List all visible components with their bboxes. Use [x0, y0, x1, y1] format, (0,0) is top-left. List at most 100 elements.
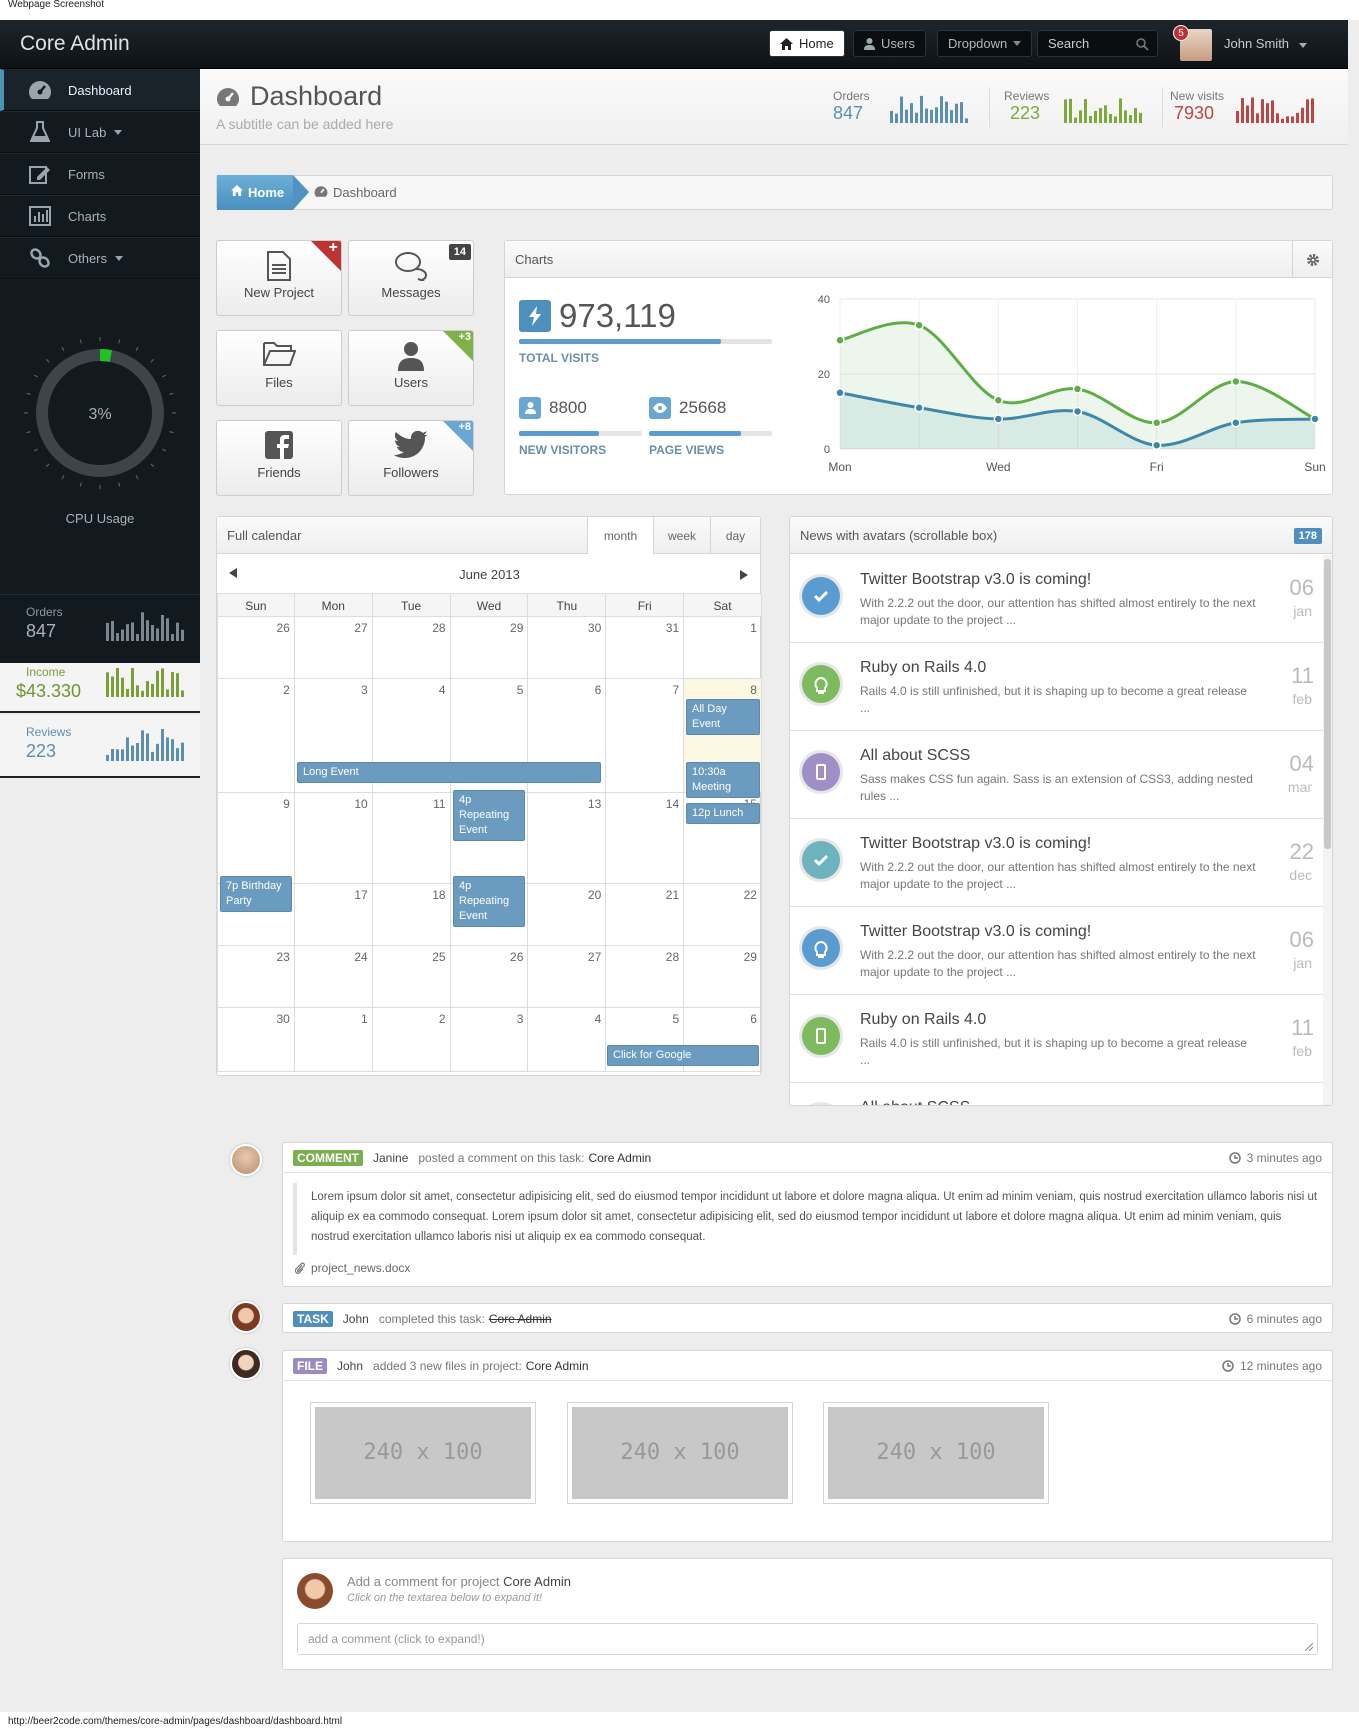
data-point[interactable] [1072, 406, 1083, 417]
calendar-next-button[interactable] [740, 567, 748, 585]
calendar-day[interactable]: 22 [684, 884, 762, 946]
news-item[interactable]: Ruby on Rails 4.0 Rails 4.0 is still unf… [790, 643, 1324, 731]
file-thumbnail[interactable]: 240 x 100 [311, 1403, 535, 1503]
calendar-day[interactable]: 31 [606, 617, 685, 679]
tile-files[interactable]: Files [216, 330, 342, 406]
calendar-day[interactable]: 28 [372, 617, 451, 679]
calendar-day[interactable]: 21 [606, 884, 685, 946]
calendar-day[interactable]: 29 [450, 617, 529, 679]
data-point[interactable] [1310, 414, 1320, 424]
calendar-day[interactable]: 17 [294, 884, 373, 946]
event-repeating[interactable]: 4p Repeating Event [453, 790, 525, 841]
data-point[interactable] [1151, 418, 1162, 428]
calendar-day[interactable]: 25 [372, 946, 451, 1008]
calendar-day[interactable]: 30 [528, 617, 607, 679]
news-item[interactable]: Ruby on Rails 4.0 Rails 4.0 is still unf… [790, 995, 1324, 1083]
calendar-day[interactable]: 27 [294, 617, 373, 679]
data-point[interactable] [1231, 418, 1241, 428]
breadcrumb-home[interactable]: Home [217, 175, 309, 210]
news-item[interactable]: All about SCSS [790, 1083, 1324, 1105]
user-menu[interactable]: John Smith [1224, 36, 1307, 51]
event-all-day[interactable]: All Day Event [686, 699, 760, 735]
calendar-day[interactable]: 18 [372, 884, 451, 946]
news-title[interactable]: Ruby on Rails 4.0 [860, 659, 986, 677]
calendar-day[interactable]: 27 [528, 946, 607, 1008]
event-meeting[interactable]: 10:30a Meeting [686, 762, 760, 798]
calendar-day[interactable]: 20 [528, 884, 607, 946]
calendar-day[interactable]: 2 [372, 1008, 451, 1072]
news-title[interactable]: Twitter Bootstrap v3.0 is coming! [860, 571, 1091, 589]
sidebar-item-dashboard[interactable]: Dashboard [0, 69, 200, 111]
data-point[interactable] [1072, 384, 1083, 394]
sidebar-item-forms[interactable]: Forms [0, 153, 200, 195]
calendar-day[interactable]: 7 [606, 679, 685, 793]
calendar-day[interactable]: 2 [217, 679, 295, 793]
view-month-button[interactable]: month [587, 517, 653, 554]
timeline-user[interactable]: John [337, 1359, 363, 1373]
nav-dropdown-button[interactable]: Dropdown [937, 30, 1033, 57]
news-scrollbar[interactable] [1323, 555, 1332, 1105]
view-day-button[interactable]: day [710, 517, 760, 554]
timeline-user[interactable]: Janine [373, 1151, 408, 1165]
data-point[interactable] [914, 403, 924, 413]
attachment-link[interactable]: project_news.docx [295, 1261, 410, 1275]
calendar-day[interactable]: 29 [684, 946, 762, 1008]
nav-home-button[interactable]: Home [769, 30, 845, 57]
calendar-day[interactable]: 26 [217, 617, 295, 679]
news-title[interactable]: All about SCSS [860, 747, 970, 765]
calendar-day[interactable]: 23 [217, 946, 295, 1008]
calendar-day[interactable]: 10 [294, 793, 373, 884]
calendar-day[interactable]: 11 [372, 793, 451, 884]
file-thumbnail[interactable]: 240 x 100 [824, 1403, 1048, 1503]
notification-badge[interactable]: 5 [1173, 25, 1189, 41]
timeline-project[interactable]: Core Admin [588, 1151, 651, 1165]
event-google[interactable]: Click for Google [607, 1045, 759, 1066]
timeline-user[interactable]: John [343, 1312, 369, 1326]
news-item[interactable]: All about SCSS Sass makes CSS fun again.… [790, 731, 1324, 819]
data-point[interactable] [993, 414, 1004, 424]
event-birthday[interactable]: 7p Birthday Party [220, 876, 292, 912]
calendar-day[interactable]: 28 [606, 946, 685, 1008]
news-title[interactable]: Ruby on Rails 4.0 [860, 1011, 986, 1029]
settings-button[interactable] [1292, 241, 1332, 278]
tile-followers[interactable]: Followers +8 [348, 420, 474, 496]
event-repeating[interactable]: 4p Repeating Event [453, 876, 525, 927]
calendar-day[interactable]: 3 [450, 1008, 529, 1072]
calendar-day[interactable]: 13 [528, 793, 607, 884]
event-long[interactable]: Long Event [297, 762, 601, 783]
timeline-project[interactable]: Core Admin [489, 1312, 552, 1326]
calendar-day[interactable]: 1 [684, 617, 762, 679]
tile-friends[interactable]: Friends [216, 420, 342, 496]
news-title[interactable]: All about SCSS [860, 1099, 970, 1105]
calendar-day[interactable]: 9 [217, 793, 295, 884]
calendar-day[interactable]: 24 [294, 946, 373, 1008]
calendar-day[interactable]: 1 [294, 1008, 373, 1072]
data-point[interactable] [835, 335, 845, 345]
sidebar-item-charts[interactable]: Charts [0, 195, 200, 237]
comment-textarea[interactable]: add a comment (click to expand!) [297, 1623, 1318, 1655]
resize-handle-icon[interactable] [1305, 1643, 1313, 1651]
news-title[interactable]: Twitter Bootstrap v3.0 is coming! [860, 923, 1091, 941]
calendar-day[interactable]: 4 [528, 1008, 607, 1072]
scrollbar-thumb[interactable] [1324, 559, 1331, 849]
data-point[interactable] [1151, 440, 1162, 450]
brand-logo[interactable]: Core Admin [20, 32, 130, 56]
news-list[interactable]: Twitter Bootstrap v3.0 is coming! With 2… [790, 555, 1324, 1105]
tile-messages[interactable]: Messages 14 [348, 240, 474, 316]
view-week-button[interactable]: week [653, 517, 710, 554]
data-point[interactable] [835, 388, 845, 398]
data-point[interactable] [1231, 376, 1241, 387]
data-point[interactable] [914, 320, 924, 330]
nav-users-button[interactable]: Users [853, 30, 926, 57]
calendar-day[interactable]: 14 [606, 793, 685, 884]
news-item[interactable]: Twitter Bootstrap v3.0 is coming! With 2… [790, 819, 1324, 907]
timeline-project[interactable]: Core Admin [526, 1359, 589, 1373]
news-item[interactable]: Twitter Bootstrap v3.0 is coming! With 2… [790, 907, 1324, 995]
news-title[interactable]: Twitter Bootstrap v3.0 is coming! [860, 835, 1091, 853]
sidebar-item-others[interactable]: Others [0, 237, 200, 279]
event-lunch[interactable]: 12p Lunch [686, 803, 760, 824]
tile-new-project[interactable]: New Project + [216, 240, 342, 316]
calendar-day[interactable]: 30 [217, 1008, 295, 1072]
calendar-day[interactable]: 26 [450, 946, 529, 1008]
tile-users[interactable]: Users +3 [348, 330, 474, 406]
